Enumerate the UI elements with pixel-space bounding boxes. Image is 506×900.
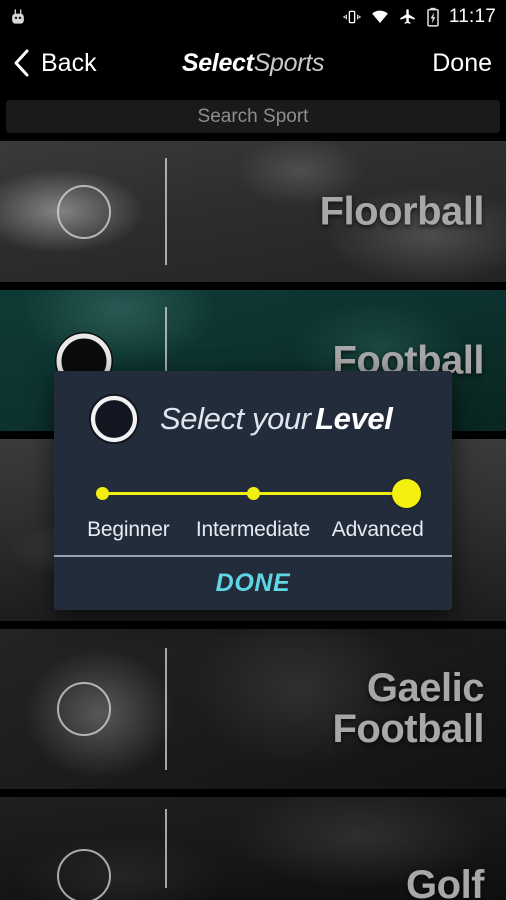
sport-name: Golf: [406, 862, 484, 900]
status-icons: 11:17: [343, 6, 496, 28]
level-option-beginner[interactable]: Beginner: [66, 518, 191, 542]
slider-stop-beginner[interactable]: [96, 487, 109, 500]
row-divider: [165, 157, 167, 266]
done-button[interactable]: Done: [432, 49, 506, 78]
status-bar: 11:17: [0, 0, 506, 34]
level-option-intermediate[interactable]: Intermediate: [191, 518, 316, 542]
level-dialog: Select your Level Beginner Intermediate …: [54, 371, 452, 610]
vibrate-icon: [343, 10, 361, 24]
search-input[interactable]: Search Sport: [6, 100, 500, 133]
slider-stop-intermediate[interactable]: [247, 487, 260, 500]
level-option-advanced[interactable]: Advanced: [315, 518, 440, 542]
list-item[interactable]: Golf: [0, 797, 506, 900]
row-divider: [165, 809, 167, 888]
page-title-secondary: Sports: [253, 48, 325, 77]
level-slider[interactable]: [54, 476, 452, 510]
level-labels: Beginner Intermediate Advanced: [54, 518, 452, 542]
airplane-mode-icon: [400, 9, 415, 24]
wifi-icon: [371, 10, 388, 23]
select-circle-icon[interactable]: [57, 849, 111, 900]
status-time: 11:17: [448, 6, 496, 27]
app-header: Back SelectSports Done: [0, 34, 506, 92]
sport-name: Gaelic Football: [332, 665, 484, 751]
list-item[interactable]: Gaelic Football: [0, 629, 506, 789]
dialog-title-primary: Select your: [160, 401, 311, 436]
search-placeholder: Search Sport: [197, 105, 309, 127]
row-gap: [0, 789, 506, 797]
select-circle-icon[interactable]: [57, 185, 111, 239]
back-label: Back: [41, 48, 97, 77]
row-divider: [165, 648, 167, 770]
row-gap: [0, 621, 506, 629]
dialog-title: Select your Level: [160, 401, 393, 437]
list-item[interactable]: Floorball: [0, 141, 506, 282]
row-gap: [0, 282, 506, 290]
soccer-ball-icon: [88, 393, 140, 445]
chevron-left-icon: [14, 49, 29, 77]
back-button[interactable]: Back: [0, 48, 97, 78]
app-root: 11:17 Back SelectSports Done Search Spor…: [0, 0, 506, 900]
sport-name: Floorball: [319, 188, 485, 233]
dialog-header: Select your Level: [54, 371, 452, 445]
dialog-title-secondary: Level: [315, 401, 393, 436]
select-circle-icon[interactable]: [57, 682, 111, 736]
battery-charging-icon: [427, 7, 439, 27]
page-title-primary: Select: [181, 48, 254, 77]
status-notifications: [8, 7, 28, 27]
slider-thumb-advanced[interactable]: [392, 479, 421, 508]
android-robot-icon: [12, 9, 24, 24]
dialog-done-button[interactable]: DONE: [54, 557, 452, 610]
dialog-done-label: DONE: [215, 569, 291, 597]
